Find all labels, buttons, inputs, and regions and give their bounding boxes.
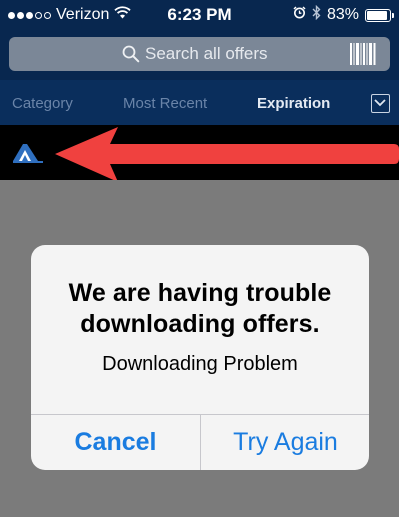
alert-message: Downloading Problem — [102, 353, 298, 375]
battery-icon — [365, 8, 394, 22]
search-field[interactable] — [9, 37, 390, 71]
tab-category[interactable]: Category — [12, 95, 73, 112]
search-icon — [122, 45, 140, 68]
error-alert: We are having trouble downloading offers… — [31, 245, 369, 470]
tab-dropdown-button[interactable] — [371, 94, 390, 113]
try-again-button[interactable]: Try Again — [201, 415, 369, 470]
tab-expiration[interactable]: Expiration — [257, 95, 330, 112]
app-screen: Verizon 6:23 PM 83% Search all offers Ca… — [0, 0, 399, 517]
battery-tip — [392, 12, 394, 18]
search-input[interactable] — [145, 41, 345, 67]
annotation-arrow — [55, 127, 399, 182]
alarm-icon — [293, 6, 306, 24]
battery-level — [367, 10, 387, 20]
store-logo[interactable] — [11, 141, 45, 170]
bluetooth-icon — [312, 4, 321, 25]
status-bar: Verizon 6:23 PM 83% — [0, 0, 399, 30]
battery-percent: 83% — [326, 6, 359, 23]
cancel-button[interactable]: Cancel — [31, 415, 200, 470]
status-right: 83% — [293, 4, 394, 25]
barcode-icon[interactable] — [349, 42, 377, 71]
sort-tab-bar: Category Most Recent Expiration — [0, 80, 399, 125]
search-bar — [0, 30, 399, 80]
tab-most-recent[interactable]: Most Recent — [123, 95, 207, 112]
chevron-down-icon — [374, 99, 386, 107]
alert-title: We are having trouble downloading offers… — [68, 279, 332, 338]
